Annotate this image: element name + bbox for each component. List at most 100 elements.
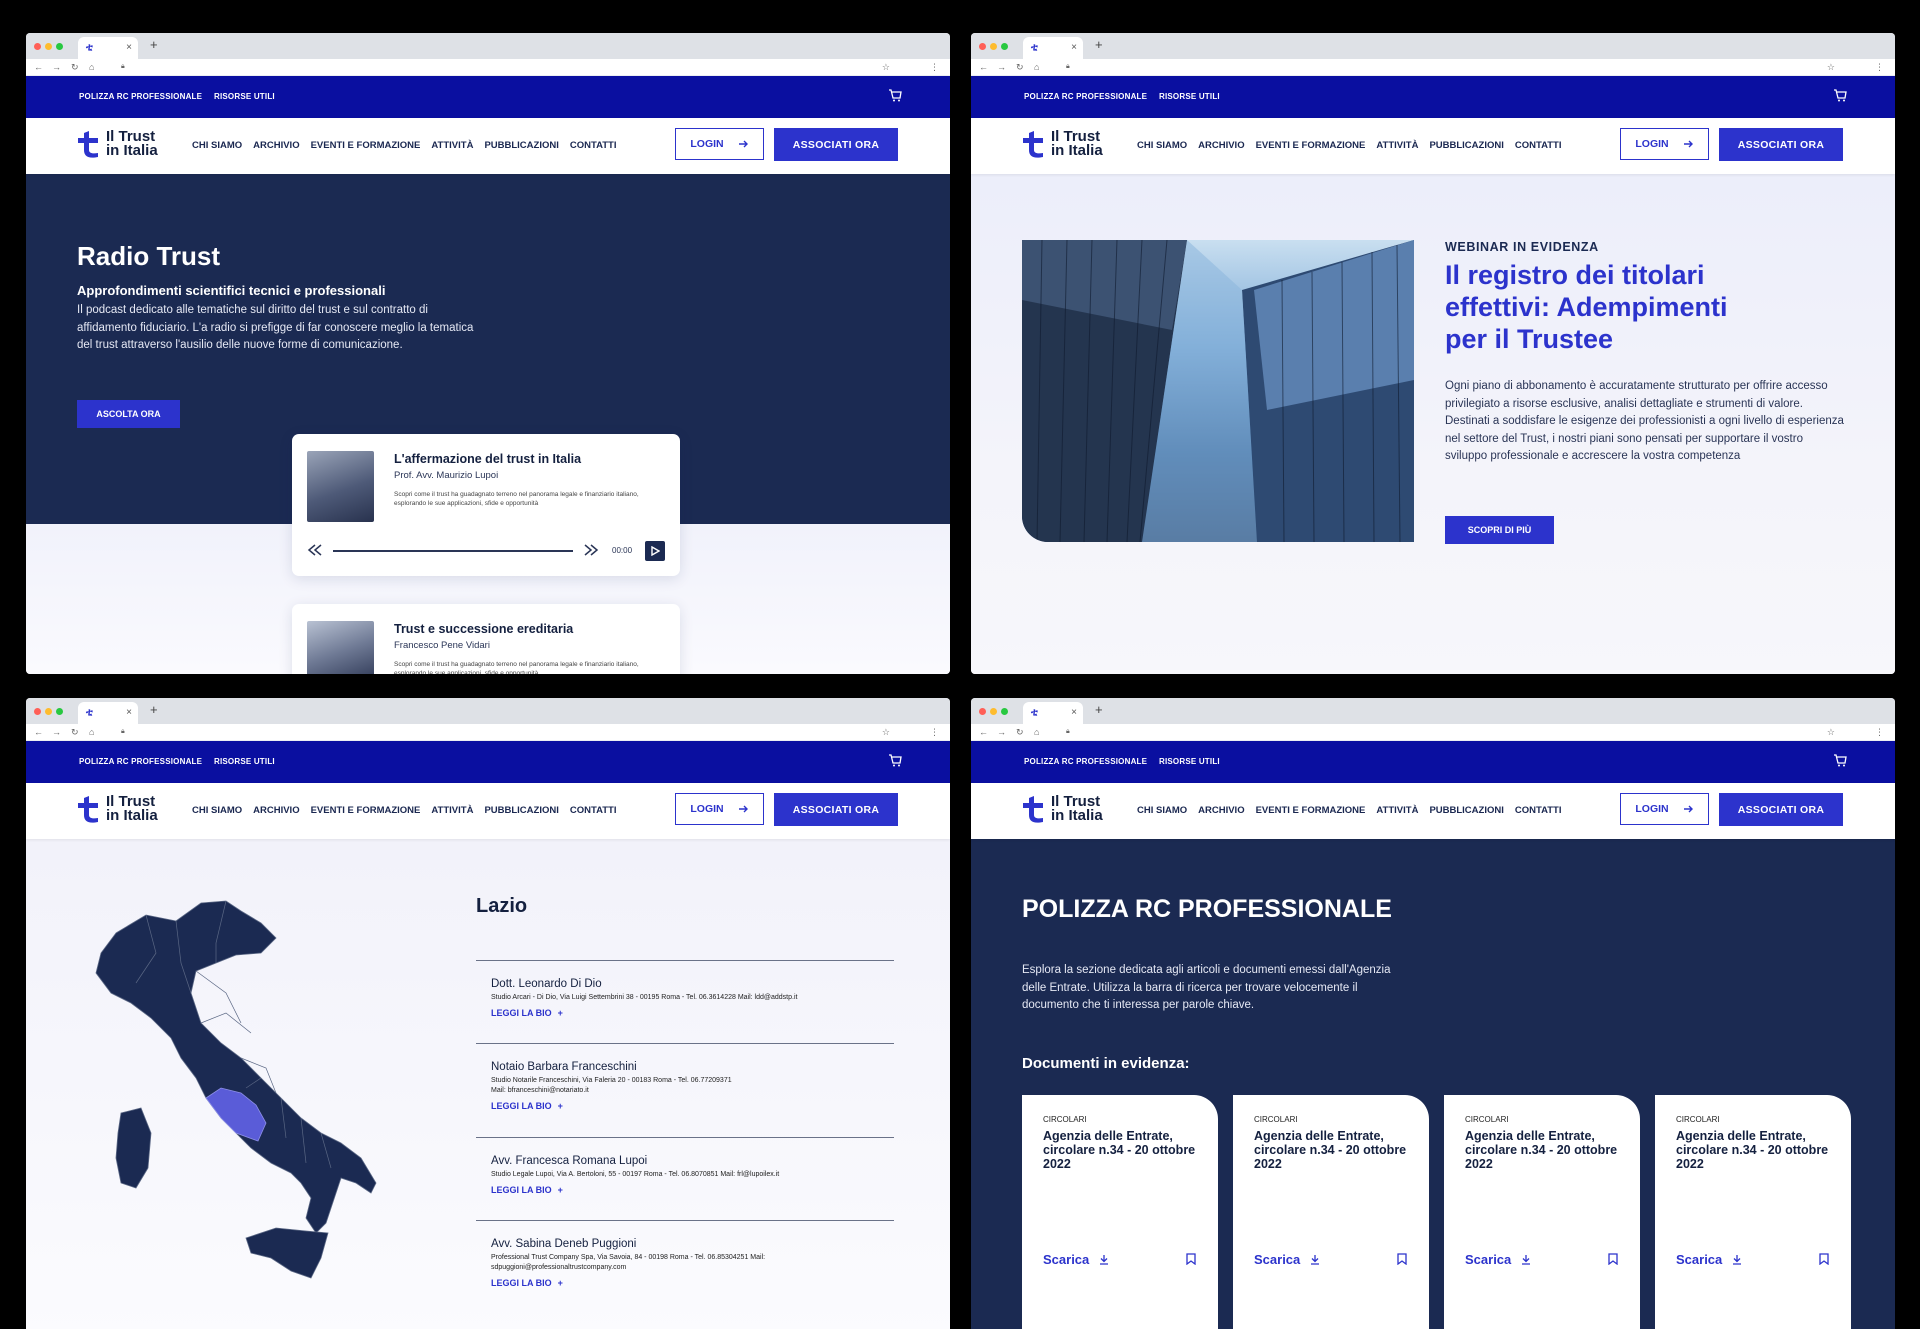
reload-icon[interactable]: ↻ <box>1016 726 1024 738</box>
join-now-button[interactable]: ASSOCIATI ORA <box>1719 128 1843 161</box>
nav-pubblicazioni[interactable]: PUBBLICAZIONI <box>1429 805 1503 816</box>
close-tab-icon[interactable]: × <box>1071 707 1077 719</box>
menu-icon[interactable]: ⋮ <box>1875 726 1884 738</box>
download-link[interactable]: Scarica <box>1043 1252 1109 1267</box>
maximize-window-button[interactable] <box>1001 708 1008 715</box>
podcast-card[interactable]: L'affermazione del trust in Italia Prof.… <box>292 434 680 576</box>
login-button[interactable]: LOGIN <box>675 793 764 825</box>
forward-icon[interactable]: → <box>997 61 1006 73</box>
nav-archivio[interactable]: ARCHIVIO <box>1198 805 1244 816</box>
site-logo[interactable]: Il Trust in Italia <box>1021 129 1103 158</box>
cart-icon[interactable] <box>888 754 902 767</box>
cart-icon[interactable] <box>1833 89 1847 102</box>
nav-attivita[interactable]: ATTIVITÀ <box>431 140 473 151</box>
close-window-button[interactable] <box>34 43 41 50</box>
polizza-link[interactable]: POLIZZA RC PROFESSIONALE <box>79 757 202 766</box>
join-now-button[interactable]: ASSOCIATI ORA <box>1719 793 1843 826</box>
download-link[interactable]: Scarica <box>1676 1252 1742 1267</box>
nav-contatti[interactable]: CONTATTI <box>1515 805 1562 816</box>
minimize-window-button[interactable] <box>45 43 52 50</box>
read-bio-link[interactable]: LEGGI LA BIO + <box>491 1185 879 1195</box>
nav-chi-siamo[interactable]: CHI SIAMO <box>192 140 242 151</box>
back-icon[interactable]: ← <box>979 726 988 738</box>
minimize-window-button[interactable] <box>990 43 997 50</box>
nav-attivita[interactable]: ATTIVITÀ <box>1376 140 1418 151</box>
site-logo[interactable]: Il Trust in Italia <box>1021 794 1103 823</box>
close-window-button[interactable] <box>979 43 986 50</box>
home-icon[interactable]: ⌂ <box>1034 61 1039 73</box>
nav-contatti[interactable]: CONTATTI <box>570 140 617 151</box>
browser-tab[interactable]: ቲ × <box>78 37 138 59</box>
italy-map[interactable] <box>76 893 416 1293</box>
nav-contatti[interactable]: CONTATTI <box>1515 140 1562 151</box>
back-icon[interactable]: ← <box>34 61 43 73</box>
new-tab-icon[interactable]: + <box>1095 703 1103 717</box>
nav-eventi[interactable]: EVENTI E FORMAZIONE <box>1256 805 1366 816</box>
bookmark-icon[interactable] <box>1397 1253 1407 1265</box>
login-button[interactable]: LOGIN <box>1620 793 1709 825</box>
risorse-link[interactable]: RISORSE UTILI <box>1159 757 1220 766</box>
bookmark-icon[interactable] <box>1608 1253 1618 1265</box>
site-logo[interactable]: Il Trust in Italia <box>76 794 158 823</box>
download-link[interactable]: Scarica <box>1254 1252 1320 1267</box>
discover-more-button[interactable]: SCOPRI DI PIÙ <box>1445 516 1554 544</box>
nav-attivita[interactable]: ATTIVITÀ <box>1376 805 1418 816</box>
back-icon[interactable]: ← <box>979 61 988 73</box>
nav-pubblicazioni[interactable]: PUBBLICAZIONI <box>484 140 558 151</box>
home-icon[interactable]: ⌂ <box>89 726 94 738</box>
nav-archivio[interactable]: ARCHIVIO <box>253 805 299 816</box>
polizza-link[interactable]: POLIZZA RC PROFESSIONALE <box>79 92 202 101</box>
bookmark-icon[interactable] <box>1186 1253 1196 1265</box>
forward-icon[interactable]: → <box>52 61 61 73</box>
polizza-link[interactable]: POLIZZA RC PROFESSIONALE <box>1024 757 1147 766</box>
nav-archivio[interactable]: ARCHIVIO <box>1198 140 1244 151</box>
close-tab-icon[interactable]: × <box>126 42 132 54</box>
read-bio-link[interactable]: LEGGI LA BIO + <box>491 1101 879 1111</box>
new-tab-icon[interactable]: + <box>150 38 158 52</box>
nav-attivita[interactable]: ATTIVITÀ <box>431 805 473 816</box>
forward-icon[interactable]: → <box>52 726 61 738</box>
cart-icon[interactable] <box>888 89 902 102</box>
risorse-link[interactable]: RISORSE UTILI <box>214 92 275 101</box>
risorse-link[interactable]: RISORSE UTILI <box>214 757 275 766</box>
cart-icon[interactable] <box>1833 754 1847 767</box>
login-button[interactable]: LOGIN <box>675 128 764 160</box>
login-button[interactable]: LOGIN <box>1620 128 1709 160</box>
new-tab-icon[interactable]: + <box>1095 38 1103 52</box>
document-card[interactable]: CIRCOLARI Agenzia delle Entrate, circola… <box>1022 1095 1218 1329</box>
browser-tab[interactable]: ቲ × <box>1023 702 1083 724</box>
reload-icon[interactable]: ↻ <box>1016 61 1024 73</box>
nav-pubblicazioni[interactable]: PUBBLICAZIONI <box>484 805 558 816</box>
risorse-link[interactable]: RISORSE UTILI <box>1159 92 1220 101</box>
nav-chi-siamo[interactable]: CHI SIAMO <box>1137 140 1187 151</box>
reload-icon[interactable]: ↻ <box>71 726 79 738</box>
play-button[interactable] <box>645 541 665 561</box>
document-card[interactable]: CIRCOLARI Agenzia delle Entrate, circola… <box>1444 1095 1640 1329</box>
join-now-button[interactable]: ASSOCIATI ORA <box>774 793 898 826</box>
rewind-icon[interactable] <box>307 544 323 556</box>
menu-icon[interactable]: ⋮ <box>1875 61 1884 73</box>
read-bio-link[interactable]: LEGGI LA BIO + <box>491 1278 879 1288</box>
star-icon[interactable]: ☆ <box>882 61 890 73</box>
polizza-link[interactable]: POLIZZA RC PROFESSIONALE <box>1024 92 1147 101</box>
sicily[interactable] <box>245 1227 329 1279</box>
nav-eventi[interactable]: EVENTI E FORMAZIONE <box>311 805 421 816</box>
star-icon[interactable]: ☆ <box>882 726 890 738</box>
fast-forward-icon[interactable] <box>583 544 599 556</box>
menu-icon[interactable]: ⋮ <box>930 61 939 73</box>
sardinia[interactable] <box>115 1107 152 1189</box>
close-tab-icon[interactable]: × <box>1071 42 1077 54</box>
podcast-card[interactable]: Trust e successione ereditaria Francesco… <box>292 604 680 674</box>
star-icon[interactable]: ☆ <box>1827 726 1835 738</box>
nav-eventi[interactable]: EVENTI E FORMAZIONE <box>1256 140 1366 151</box>
maximize-window-button[interactable] <box>1001 43 1008 50</box>
close-window-button[interactable] <box>34 708 41 715</box>
close-tab-icon[interactable]: × <box>126 707 132 719</box>
menu-icon[interactable]: ⋮ <box>930 726 939 738</box>
nav-pubblicazioni[interactable]: PUBBLICAZIONI <box>1429 140 1503 151</box>
browser-tab[interactable]: ቲ × <box>78 702 138 724</box>
maximize-window-button[interactable] <box>56 708 63 715</box>
maximize-window-button[interactable] <box>56 43 63 50</box>
site-logo[interactable]: Il Trust in Italia <box>76 129 158 158</box>
minimize-window-button[interactable] <box>990 708 997 715</box>
